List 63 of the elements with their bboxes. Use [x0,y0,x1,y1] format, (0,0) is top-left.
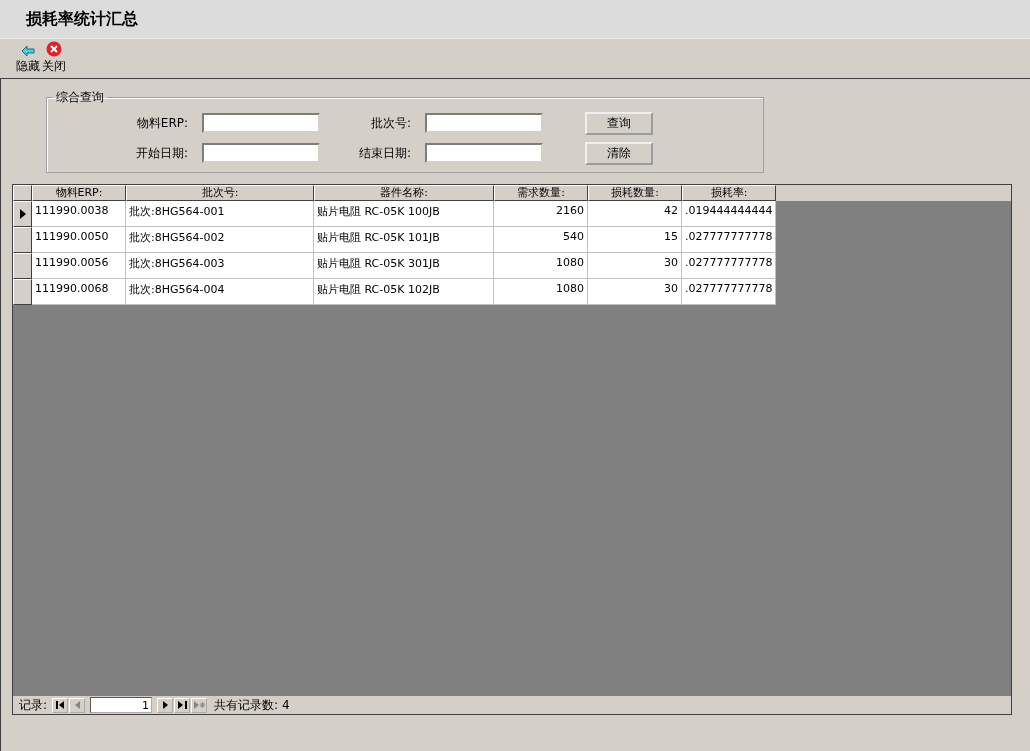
record-count: 共有记录数: 4 [214,696,290,714]
table-cell: 贴片电阻 RC-05K 102JB [317,283,440,296]
input-field[interactable] [425,113,543,133]
input-field[interactable] [425,143,543,163]
column-header[interactable]: 器件名称: [314,185,494,201]
table-cell: 111990.0068 [35,282,109,295]
current-row-icon [19,209,26,219]
action-button[interactable]: 查询 [585,111,653,135]
input-field[interactable] [202,113,320,133]
next-icon [162,701,168,709]
table-cell: 批次:8HG564-002 [129,231,225,244]
close-button[interactable]: 关闭 [42,41,66,75]
previous-icon [74,701,80,709]
row-selector[interactable] [13,279,32,305]
table-cell: 111990.0050 [35,230,109,243]
table-cell: 30 [664,282,678,295]
last-icon [177,701,187,709]
close-icon [46,41,62,57]
last-record-button[interactable] [174,697,191,713]
table-cell: .027777777778 [685,282,773,295]
table-cell: 15 [664,230,678,243]
table-cell: .019444444444 [685,204,773,217]
window-title: 损耗率统计汇总 [26,8,138,30]
record-number-field[interactable]: 1 [90,697,153,713]
select-all-corner[interactable] [13,185,32,201]
table-cell: 批次:8HG564-001 [129,205,225,218]
table-cell: .027777777778 [685,230,773,243]
left-arrow-icon [21,45,35,57]
record-label: 记录: [19,696,48,714]
table-cell: 1080 [556,282,584,295]
table-cell: 540 [563,230,584,243]
table-cell: 2160 [556,204,584,217]
field-label: 结束日期: [358,144,412,162]
table-cell: 贴片电阻 RC-05K 100JB [317,205,440,218]
row-selector[interactable] [13,253,32,279]
first-record-button[interactable] [52,697,69,713]
table-cell: 111990.0038 [35,204,109,217]
table-cell: 111990.0056 [35,256,109,269]
next-record-button[interactable] [157,697,174,713]
new-record-icon [193,701,205,709]
input-field[interactable] [202,143,320,163]
column-header[interactable]: 损耗数量: [588,185,682,201]
table-cell: 贴片电阻 RC-05K 301JB [317,257,440,270]
first-icon [55,701,65,709]
column-header[interactable]: 需求数量: [494,185,588,201]
table-cell: .027777777778 [685,256,773,269]
field-label: 物料ERP: [136,114,189,132]
table-cell: 42 [664,204,678,217]
table-cell: 贴片电阻 RC-05K 101JB [317,231,440,244]
field-label: 开始日期: [135,144,189,162]
column-header[interactable]: 批次号: [126,185,314,201]
column-header[interactable]: 物料ERP: [32,185,126,201]
column-header[interactable]: 损耗率: [682,185,776,201]
hide-button[interactable]: 隐藏 [16,45,40,75]
table-cell: 批次:8HG564-004 [129,283,225,296]
field-label: 批次号: [370,114,412,132]
table-cell: 批次:8HG564-003 [129,257,225,270]
row-selector[interactable] [13,227,32,253]
group-legend: 综合查询 [53,89,107,106]
action-button[interactable]: 清除 [585,141,653,165]
table-cell: 30 [664,256,678,269]
table-cell: 1080 [556,256,584,269]
row-selector[interactable] [13,201,32,227]
